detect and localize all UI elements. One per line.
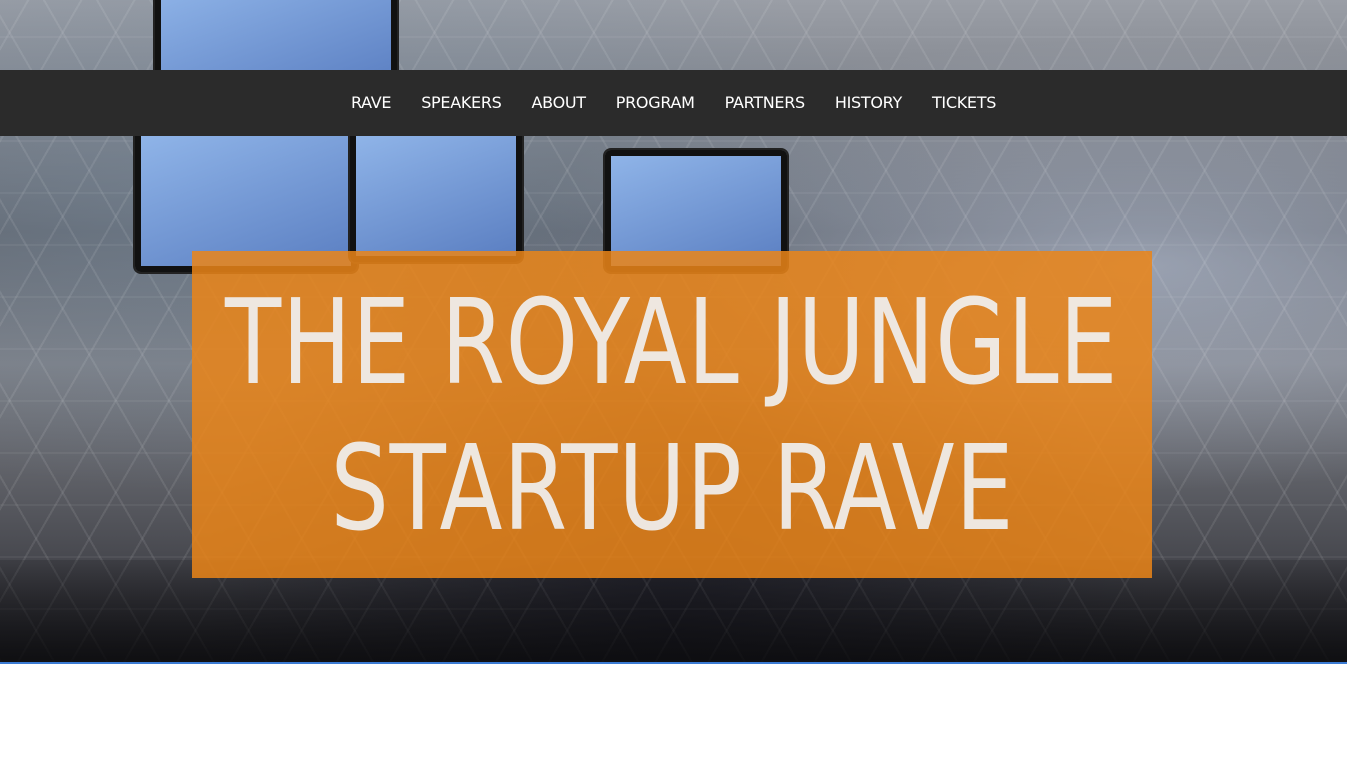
- hero-title-box: THE ROYAL JUNGLE STARTUP RAVE: [192, 251, 1152, 578]
- hero-bottom-border: [0, 662, 1347, 664]
- nav-link-partners[interactable]: PARTNERS: [710, 70, 820, 136]
- nav-item-partners: PARTNERS: [710, 70, 820, 136]
- nav-list: RAVE SPEAKERS ABOUT PROGRAM PARTNERS HIS…: [336, 70, 1011, 136]
- nav-item-program: PROGRAM: [601, 70, 710, 136]
- hero-title-line: THE ROYAL JUNGLE: [225, 272, 1119, 411]
- nav-link-program[interactable]: PROGRAM: [601, 70, 710, 136]
- nav-item-tickets: TICKETS: [917, 70, 1011, 136]
- nav-link-speakers[interactable]: SPEAKERS: [406, 70, 516, 136]
- hero-screen-image: [350, 130, 522, 262]
- nav-item-history: HISTORY: [820, 70, 917, 136]
- nav-link-rave[interactable]: RAVE: [336, 70, 406, 136]
- nav-link-history[interactable]: HISTORY: [820, 70, 917, 136]
- hero-background-screens: [105, 0, 787, 280]
- nav-link-tickets[interactable]: TICKETS: [917, 70, 1011, 136]
- hero-title-line: STARTUP RAVE: [330, 418, 1014, 557]
- nav-item-speakers: SPEAKERS: [406, 70, 516, 136]
- nav-link-about[interactable]: ABOUT: [517, 70, 601, 136]
- main-navbar: RAVE SPEAKERS ABOUT PROGRAM PARTNERS HIS…: [0, 70, 1347, 136]
- nav-item-rave: RAVE: [336, 70, 406, 136]
- nav-item-about: ABOUT: [517, 70, 601, 136]
